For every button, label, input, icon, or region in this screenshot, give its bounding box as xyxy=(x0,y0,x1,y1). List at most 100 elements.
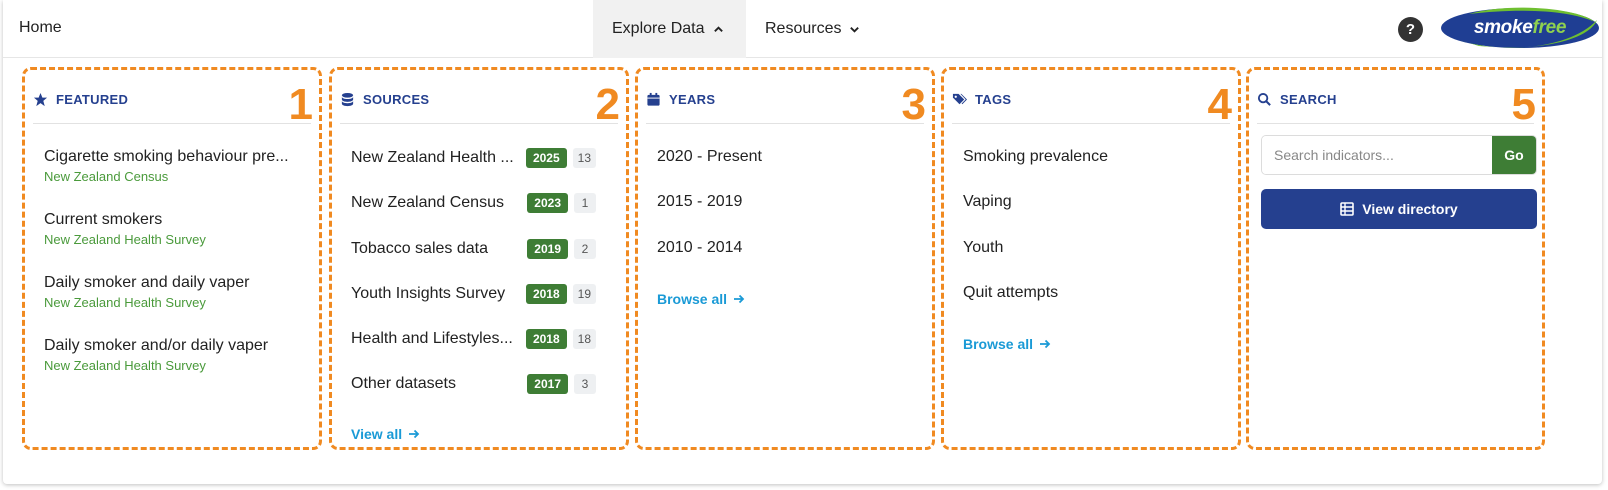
year-badge: 2018 xyxy=(525,284,567,304)
tag-item[interactable]: Smoking prevalence xyxy=(963,148,1108,166)
browse-all-tags-link[interactable]: Browse all xyxy=(963,336,1051,352)
year-badge: 2018 xyxy=(525,329,567,349)
featured-item-source: New Zealand Health Survey xyxy=(44,232,206,247)
sources-column: 2 SOURCES New Zealand Health ... 2025 13… xyxy=(329,67,629,450)
database-icon xyxy=(341,92,354,107)
mega-menu-panel: Home Explore Data Resources ? smoke free … xyxy=(3,0,1602,484)
column-number: 2 xyxy=(595,80,620,129)
search-title: SEARCH xyxy=(1280,92,1337,107)
years-header: YEARS xyxy=(646,92,715,107)
column-number: 3 xyxy=(901,80,926,129)
source-item[interactable]: New Zealand Health ... 2025 13 xyxy=(351,147,596,169)
tag-item[interactable]: Youth xyxy=(963,239,1003,257)
years-title: YEARS xyxy=(669,92,716,107)
year-range-item[interactable]: 2020 - Present xyxy=(657,148,762,166)
year-badge: 2017 xyxy=(527,374,568,394)
nav-home-link[interactable]: Home xyxy=(19,19,62,37)
sources-header: SOURCES xyxy=(340,92,429,107)
tags-header: TAGS xyxy=(952,92,1011,107)
featured-item[interactable]: Daily smoker and daily vaper New Zealand… xyxy=(44,274,249,310)
star-icon xyxy=(33,92,48,107)
featured-title: FEATURED xyxy=(56,92,129,107)
source-name: Tobacco sales data xyxy=(351,240,488,257)
search-input[interactable] xyxy=(1262,136,1492,174)
tag-item[interactable]: Vaping xyxy=(963,193,1012,211)
featured-item-source: New Zealand Health Survey xyxy=(44,358,206,373)
count-badge: 18 xyxy=(572,329,596,349)
logo-text-smoke: smoke xyxy=(1473,17,1533,38)
column-number: 5 xyxy=(1511,80,1536,129)
table-icon xyxy=(1340,202,1355,216)
smokefree-logo[interactable]: smoke free xyxy=(1439,6,1601,50)
count-badge: 19 xyxy=(572,284,596,304)
arrow-right-icon xyxy=(1040,339,1051,349)
logo-text-free: free xyxy=(1532,17,1567,38)
featured-item-title: Cigarette smoking behaviour pre... xyxy=(44,148,289,165)
go-button[interactable]: Go xyxy=(1492,136,1536,174)
source-item[interactable]: Health and Lifestyles... 2018 18 xyxy=(351,328,596,350)
view-all-label: View all xyxy=(351,426,403,442)
count-badge: 13 xyxy=(572,148,596,168)
featured-item[interactable]: Cigarette smoking behaviour pre... New Z… xyxy=(44,148,289,184)
count-badge: 1 xyxy=(574,193,596,213)
source-name: Youth Insights Survey xyxy=(351,285,506,302)
tags-column: 4 TAGS Smoking prevalence Vaping Youth Q… xyxy=(941,67,1241,450)
logo-text: smoke free xyxy=(1439,6,1601,50)
calendar-icon xyxy=(647,92,660,106)
source-name: Health and Lifestyles... xyxy=(351,330,513,347)
featured-item-title: Current smokers xyxy=(44,211,163,228)
source-name: New Zealand Health ... xyxy=(351,149,514,166)
tags-title: TAGS xyxy=(975,92,1012,107)
nav-resources-label: Resources xyxy=(765,20,842,37)
divider xyxy=(952,123,1230,124)
divider xyxy=(340,123,618,124)
year-range-item[interactable]: 2010 - 2014 xyxy=(657,239,742,257)
source-item[interactable]: Youth Insights Survey 2018 19 xyxy=(351,283,596,305)
source-item[interactable]: Other datasets 2017 3 xyxy=(351,373,596,395)
divider xyxy=(646,123,924,124)
browse-all-label: Browse all xyxy=(963,336,1034,352)
browse-all-years-link[interactable]: Browse all xyxy=(657,291,745,307)
year-badge: 2025 xyxy=(525,148,567,168)
featured-item-source: New Zealand Health Survey xyxy=(44,295,206,310)
top-navbar: Home Explore Data Resources ? smoke free xyxy=(3,0,1602,58)
source-name: Other datasets xyxy=(351,375,456,392)
sources-title: SOURCES xyxy=(363,92,430,107)
column-number: 1 xyxy=(288,80,313,129)
view-directory-label: View directory xyxy=(1362,201,1458,217)
help-icon[interactable]: ? xyxy=(1398,17,1423,42)
source-item[interactable]: New Zealand Census 2023 1 xyxy=(351,192,596,214)
featured-column: 1 FEATURED Cigarette smoking behaviour p… xyxy=(22,67,322,450)
count-badge: 2 xyxy=(574,239,596,259)
search-form: Go xyxy=(1261,135,1537,175)
chevron-up-icon xyxy=(713,25,723,32)
tags-icon xyxy=(952,93,967,105)
chevron-down-icon xyxy=(850,26,860,33)
featured-item[interactable]: Daily smoker and/or daily vaper New Zeal… xyxy=(44,337,268,373)
count-badge: 3 xyxy=(574,374,596,394)
years-column: 3 YEARS 2020 - Present 2015 - 2019 2010 … xyxy=(635,67,935,450)
nav-explore-label: Explore Data xyxy=(612,20,705,37)
featured-item-title: Daily smoker and/or daily vaper xyxy=(44,337,269,354)
featured-item-title: Daily smoker and daily vaper xyxy=(44,274,250,291)
search-icon xyxy=(1257,92,1271,106)
source-item[interactable]: Tobacco sales data 2019 2 xyxy=(351,238,596,260)
featured-item-source: New Zealand Census xyxy=(44,169,169,184)
view-all-link[interactable]: View all xyxy=(351,426,420,442)
tag-item[interactable]: Quit attempts xyxy=(963,284,1058,302)
nav-explore-data[interactable]: Explore Data xyxy=(593,0,746,58)
nav-resources[interactable]: Resources xyxy=(765,0,860,58)
year-badge: 2023 xyxy=(527,193,568,213)
view-directory-button[interactable]: View directory xyxy=(1261,189,1537,229)
search-column: 5 SEARCH Go View directory xyxy=(1246,67,1545,450)
divider xyxy=(1257,123,1534,124)
arrow-right-icon xyxy=(734,294,745,304)
source-name: New Zealand Census xyxy=(351,194,504,211)
search-header: SEARCH xyxy=(1257,92,1337,107)
divider xyxy=(33,123,311,124)
browse-all-label: Browse all xyxy=(657,291,728,307)
column-number: 4 xyxy=(1207,80,1232,129)
year-range-item[interactable]: 2015 - 2019 xyxy=(657,193,742,211)
featured-item[interactable]: Current smokers New Zealand Health Surve… xyxy=(44,211,206,247)
arrow-right-icon xyxy=(409,429,420,439)
